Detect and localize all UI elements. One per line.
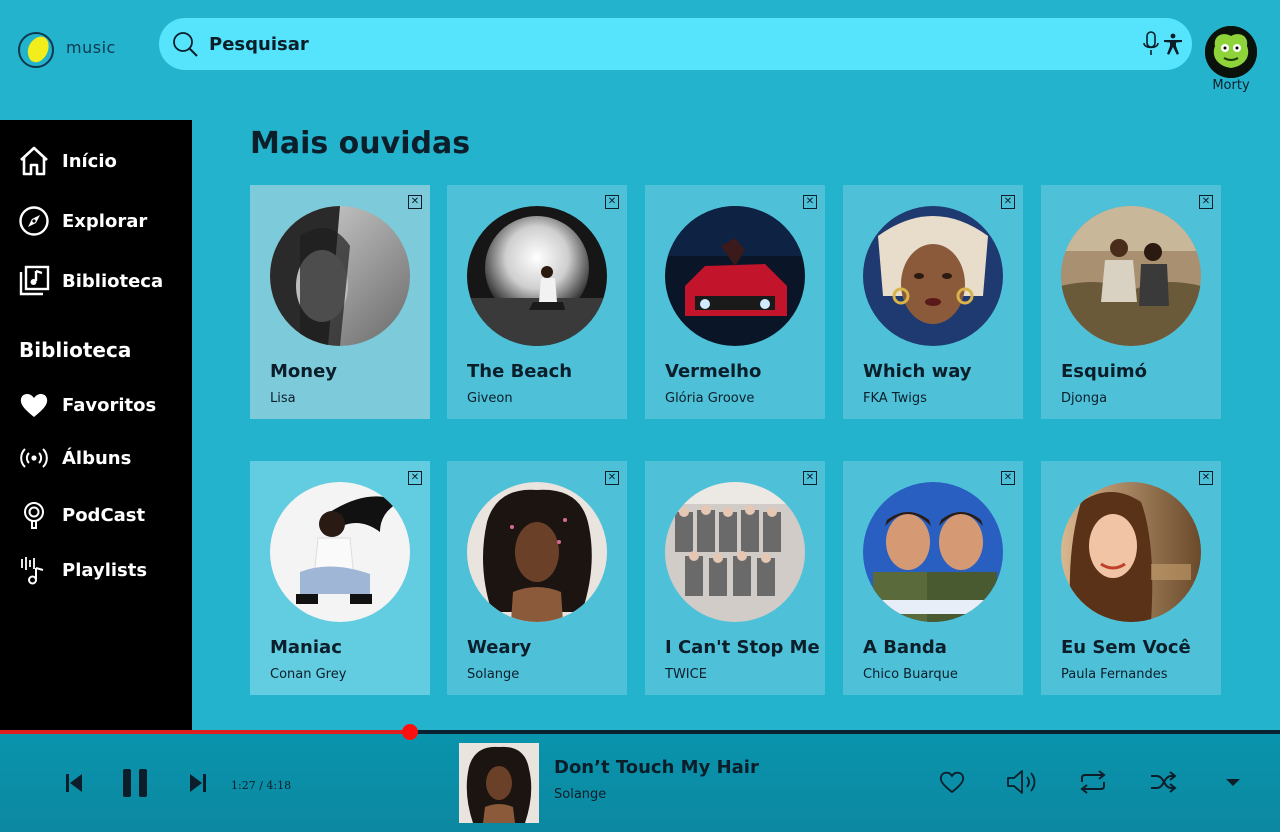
- song-title: Eu Sem Você: [1061, 637, 1191, 658]
- sidebar-item-playlists[interactable]: Playlists: [18, 553, 188, 587]
- song-artist: Solange: [467, 667, 520, 682]
- album-cover: [1061, 482, 1201, 622]
- search-input[interactable]: [209, 30, 1089, 58]
- sidebar: Início Explorar Biblioteca Biblioteca Fa…: [0, 120, 192, 732]
- song-artist: Paula Fernandes: [1061, 667, 1168, 682]
- sidebar-item-label: Biblioteca: [62, 270, 164, 292]
- song-card[interactable]: ✕ Vermelho Glória Groove: [645, 185, 825, 419]
- sidebar-item-explorar[interactable]: Explorar: [18, 204, 188, 238]
- song-title: The Beach: [467, 361, 573, 382]
- song-title: Vermelho: [665, 361, 762, 382]
- song-artist: Glória Groove: [665, 391, 755, 406]
- remove-card-icon[interactable]: ✕: [1001, 195, 1015, 209]
- song-artist: Lisa: [270, 391, 296, 406]
- search-icon[interactable]: [171, 30, 199, 58]
- album-cover: [863, 482, 1003, 622]
- remove-card-icon[interactable]: ✕: [803, 471, 817, 485]
- sidebar-item-inicio[interactable]: Início: [18, 144, 188, 178]
- song-artist: Giveon: [467, 391, 513, 406]
- shuffle-icon[interactable]: [1149, 770, 1177, 794]
- song-title: Maniac: [270, 637, 342, 658]
- progress-handle[interactable]: [402, 724, 418, 740]
- previous-track-icon[interactable]: [64, 772, 84, 794]
- remove-card-icon[interactable]: ✕: [408, 471, 422, 485]
- sidebar-item-podcast[interactable]: PodCast: [18, 498, 188, 532]
- song-card[interactable]: ✕ I Can't Stop Me TWICE: [645, 461, 825, 695]
- song-title: Esquimó: [1061, 361, 1148, 382]
- chevron-down-icon[interactable]: [1225, 776, 1241, 788]
- remove-card-icon[interactable]: ✕: [605, 471, 619, 485]
- now-playing-cover: [459, 743, 539, 823]
- album-cover: [467, 482, 607, 622]
- remove-card-icon[interactable]: ✕: [408, 195, 422, 209]
- repeat-icon[interactable]: [1078, 770, 1108, 794]
- album-cover: [467, 206, 607, 346]
- song-card[interactable]: ✕ Money Lisa: [250, 185, 430, 419]
- playback-time: 1:27 / 4:18: [231, 779, 292, 792]
- album-cover: [863, 206, 1003, 346]
- progress-fill: [0, 730, 410, 734]
- sidebar-item-label: Início: [62, 150, 117, 172]
- next-track-icon[interactable]: [188, 772, 208, 794]
- pause-icon[interactable]: [121, 768, 149, 798]
- song-card[interactable]: ✕ A Banda Chico Buarque: [843, 461, 1023, 695]
- song-artist: FKA Twigs: [863, 391, 927, 406]
- remove-card-icon[interactable]: ✕: [1199, 471, 1213, 485]
- sidebar-item-favoritos[interactable]: Favoritos: [18, 388, 188, 422]
- compass-icon: [19, 206, 49, 236]
- heart-icon: [20, 393, 48, 417]
- song-artist: Chico Buarque: [863, 667, 958, 682]
- album-cover: [665, 206, 805, 346]
- home-icon: [20, 146, 48, 176]
- album-cover: [270, 482, 410, 622]
- album-cover: [665, 482, 805, 622]
- song-title: Money: [270, 361, 338, 382]
- library-heading: Biblioteca: [19, 338, 132, 362]
- song-artist: Djonga: [1061, 391, 1108, 406]
- song-card[interactable]: ✕ The Beach Giveon: [447, 185, 627, 419]
- song-card[interactable]: ✕ Weary Solange: [447, 461, 627, 695]
- like-heart-icon[interactable]: [939, 770, 965, 794]
- sidebar-item-label: Playlists: [62, 559, 148, 581]
- song-title: I Can't Stop Me: [665, 637, 820, 658]
- now-playing-title: Don’t Touch My Hair: [554, 757, 759, 778]
- song-title: Which way: [863, 361, 972, 382]
- song-card[interactable]: ✕ Eu Sem Você Paula Fernandes: [1041, 461, 1221, 695]
- song-card[interactable]: ✕ Which way FKA Twigs: [843, 185, 1023, 419]
- library-icon: [19, 265, 50, 296]
- song-title: Weary: [467, 637, 532, 658]
- sidebar-item-label: Explorar: [62, 210, 148, 232]
- album-cover: [1061, 206, 1201, 346]
- avatar-image: [1205, 26, 1257, 78]
- broadcast-icon: [20, 448, 48, 468]
- accessibility-icon[interactable]: [1161, 32, 1185, 56]
- now-playing-artist: Solange: [554, 787, 607, 802]
- sidebar-item-label: PodCast: [62, 504, 146, 526]
- user-name: Morty: [1212, 78, 1250, 93]
- song-title: A Banda: [863, 637, 947, 658]
- user-avatar[interactable]: [1205, 26, 1257, 78]
- sidebar-item-biblioteca[interactable]: Biblioteca: [18, 264, 188, 298]
- song-card[interactable]: ✕ Maniac Conan Grey: [250, 461, 430, 695]
- sidebar-item-albuns[interactable]: Álbuns: [18, 441, 188, 475]
- remove-card-icon[interactable]: ✕: [1199, 195, 1213, 209]
- remove-card-icon[interactable]: ✕: [1001, 471, 1015, 485]
- volume-icon[interactable]: [1006, 768, 1040, 796]
- logo-text: music: [66, 38, 116, 57]
- album-cover: [270, 206, 410, 346]
- playlist-icon: [21, 557, 44, 585]
- song-card[interactable]: ✕ Esquimó Djonga: [1041, 185, 1221, 419]
- song-artist: Conan Grey: [270, 667, 347, 682]
- section-title: Mais ouvidas: [250, 126, 471, 161]
- sidebar-item-label: Álbuns: [62, 447, 132, 469]
- remove-card-icon[interactable]: ✕: [605, 195, 619, 209]
- song-artist: TWICE: [665, 667, 707, 682]
- sidebar-item-label: Favoritos: [62, 394, 157, 416]
- search-bar[interactable]: [159, 18, 1192, 70]
- podcast-icon: [24, 502, 44, 529]
- microphone-icon[interactable]: [1141, 31, 1161, 57]
- remove-card-icon[interactable]: ✕: [803, 195, 817, 209]
